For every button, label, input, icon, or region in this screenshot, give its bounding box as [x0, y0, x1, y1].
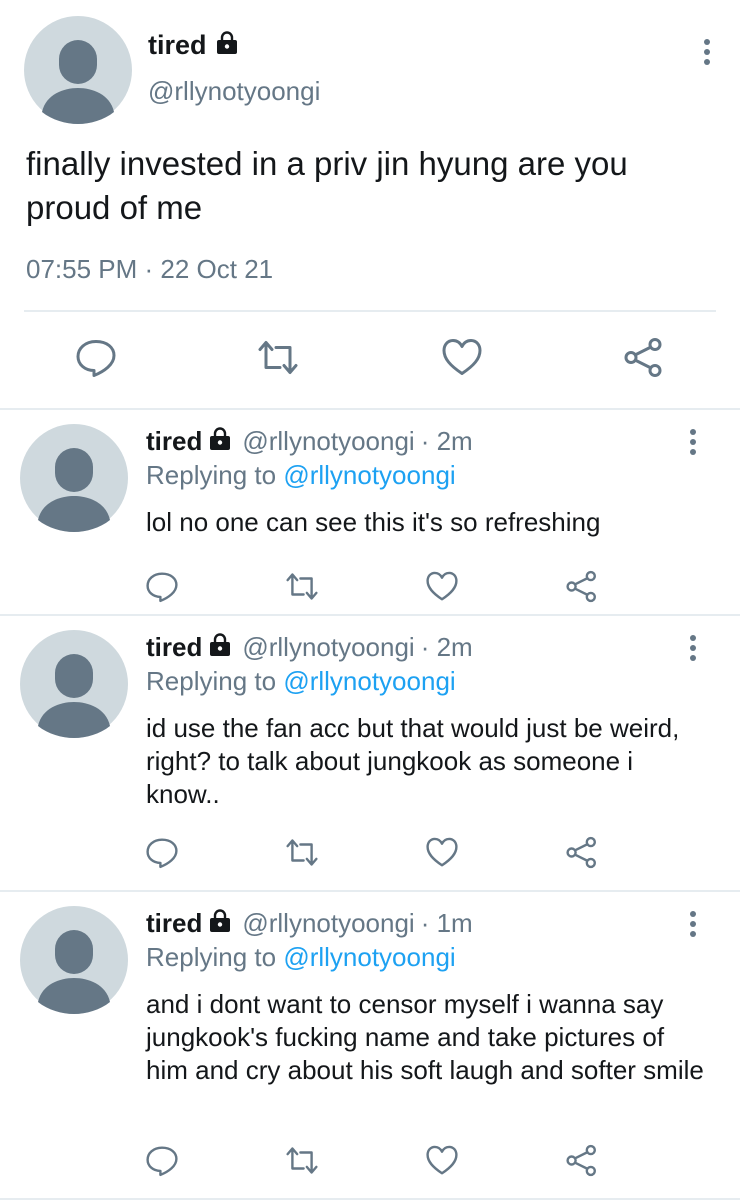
share-icon[interactable]: [622, 338, 666, 383]
avatar[interactable]: [20, 906, 128, 1014]
replying-prefix: Replying to: [146, 666, 277, 696]
lock-icon: [208, 909, 232, 938]
tweet-timestamp[interactable]: 07:55 PM · 22 Oct 21: [26, 254, 273, 285]
reply-header: tired @rllynotyoongi · 1m: [146, 908, 473, 939]
reply-icon[interactable]: [144, 571, 180, 608]
tweet-thread: tired @rllynotyoongi finally invested in…: [0, 0, 740, 1200]
replying-mention-link[interactable]: @rllynotyoongi: [283, 460, 455, 490]
avatar[interactable]: [20, 630, 128, 738]
reply-tweet: tired @rllynotyoongi · 2m Replying to @r…: [0, 616, 740, 892]
author-name-row: tired: [148, 30, 239, 61]
main-tweet: tired @rllynotyoongi finally invested in…: [0, 0, 740, 410]
more-vertical-icon[interactable]: [688, 634, 698, 667]
handle[interactable]: @rllynotyoongi: [242, 426, 414, 457]
tweet-text: lol no one can see this it's so refreshi…: [146, 507, 601, 537]
lock-icon: [208, 427, 232, 456]
tweet-actions: [0, 330, 740, 390]
lock-icon: [208, 633, 232, 662]
reply-tweet: tired @rllynotyoongi · 2m Replying to @r…: [0, 410, 740, 616]
divider: [24, 310, 716, 312]
reply-tweet: tired @rllynotyoongi · 1m Replying to @r…: [0, 892, 740, 1200]
reply-icon[interactable]: [144, 837, 180, 874]
tweet-age: · 2m: [420, 426, 473, 456]
avatar[interactable]: [24, 16, 132, 124]
retweet-icon[interactable]: [284, 1145, 320, 1182]
lock-icon: [215, 31, 239, 60]
reply-icon[interactable]: [144, 1145, 180, 1182]
tweet-text: finally invested in a priv jin hyung are…: [26, 145, 628, 226]
share-icon[interactable]: [564, 1144, 600, 1182]
replying-to: Replying to @rllynotyoongi: [146, 942, 456, 973]
display-name[interactable]: tired: [148, 30, 207, 61]
handle[interactable]: @rllynotyoongi: [148, 76, 320, 107]
replying-to: Replying to @rllynotyoongi: [146, 460, 456, 491]
like-icon[interactable]: [424, 571, 460, 608]
replying-to: Replying to @rllynotyoongi: [146, 666, 456, 697]
replying-mention-link[interactable]: @rllynotyoongi: [283, 942, 455, 972]
reply-header: tired @rllynotyoongi · 2m: [146, 632, 473, 663]
display-name[interactable]: tired: [146, 908, 202, 939]
display-name[interactable]: tired: [146, 632, 202, 663]
display-name[interactable]: tired: [146, 426, 202, 457]
like-icon[interactable]: [440, 338, 484, 383]
tweet-actions: [0, 830, 740, 880]
reply-header: tired @rllynotyoongi · 2m: [146, 426, 473, 457]
replying-mention-link[interactable]: @rllynotyoongi: [283, 666, 455, 696]
handle[interactable]: @rllynotyoongi: [242, 908, 414, 939]
like-icon[interactable]: [424, 1145, 460, 1182]
more-vertical-icon[interactable]: [702, 38, 712, 71]
share-icon[interactable]: [564, 570, 600, 608]
tweet-age: · 1m: [420, 908, 473, 938]
more-vertical-icon[interactable]: [688, 428, 698, 461]
tweet-age: · 2m: [420, 632, 473, 662]
retweet-icon[interactable]: [284, 571, 320, 608]
like-icon[interactable]: [424, 837, 460, 874]
retweet-icon[interactable]: [256, 338, 300, 383]
more-vertical-icon[interactable]: [688, 910, 698, 943]
retweet-icon[interactable]: [284, 837, 320, 874]
tweet-text: id use the fan acc but that would just b…: [146, 713, 680, 809]
reply-icon[interactable]: [74, 338, 118, 383]
replying-prefix: Replying to: [146, 460, 277, 490]
replying-prefix: Replying to: [146, 942, 277, 972]
tweet-actions: [0, 564, 740, 614]
handle[interactable]: @rllynotyoongi: [242, 632, 414, 663]
share-icon[interactable]: [564, 836, 600, 874]
tweet-text: and i dont want to censor myself i wanna…: [146, 989, 704, 1085]
tweet-actions: [0, 1138, 740, 1188]
avatar[interactable]: [20, 424, 128, 532]
